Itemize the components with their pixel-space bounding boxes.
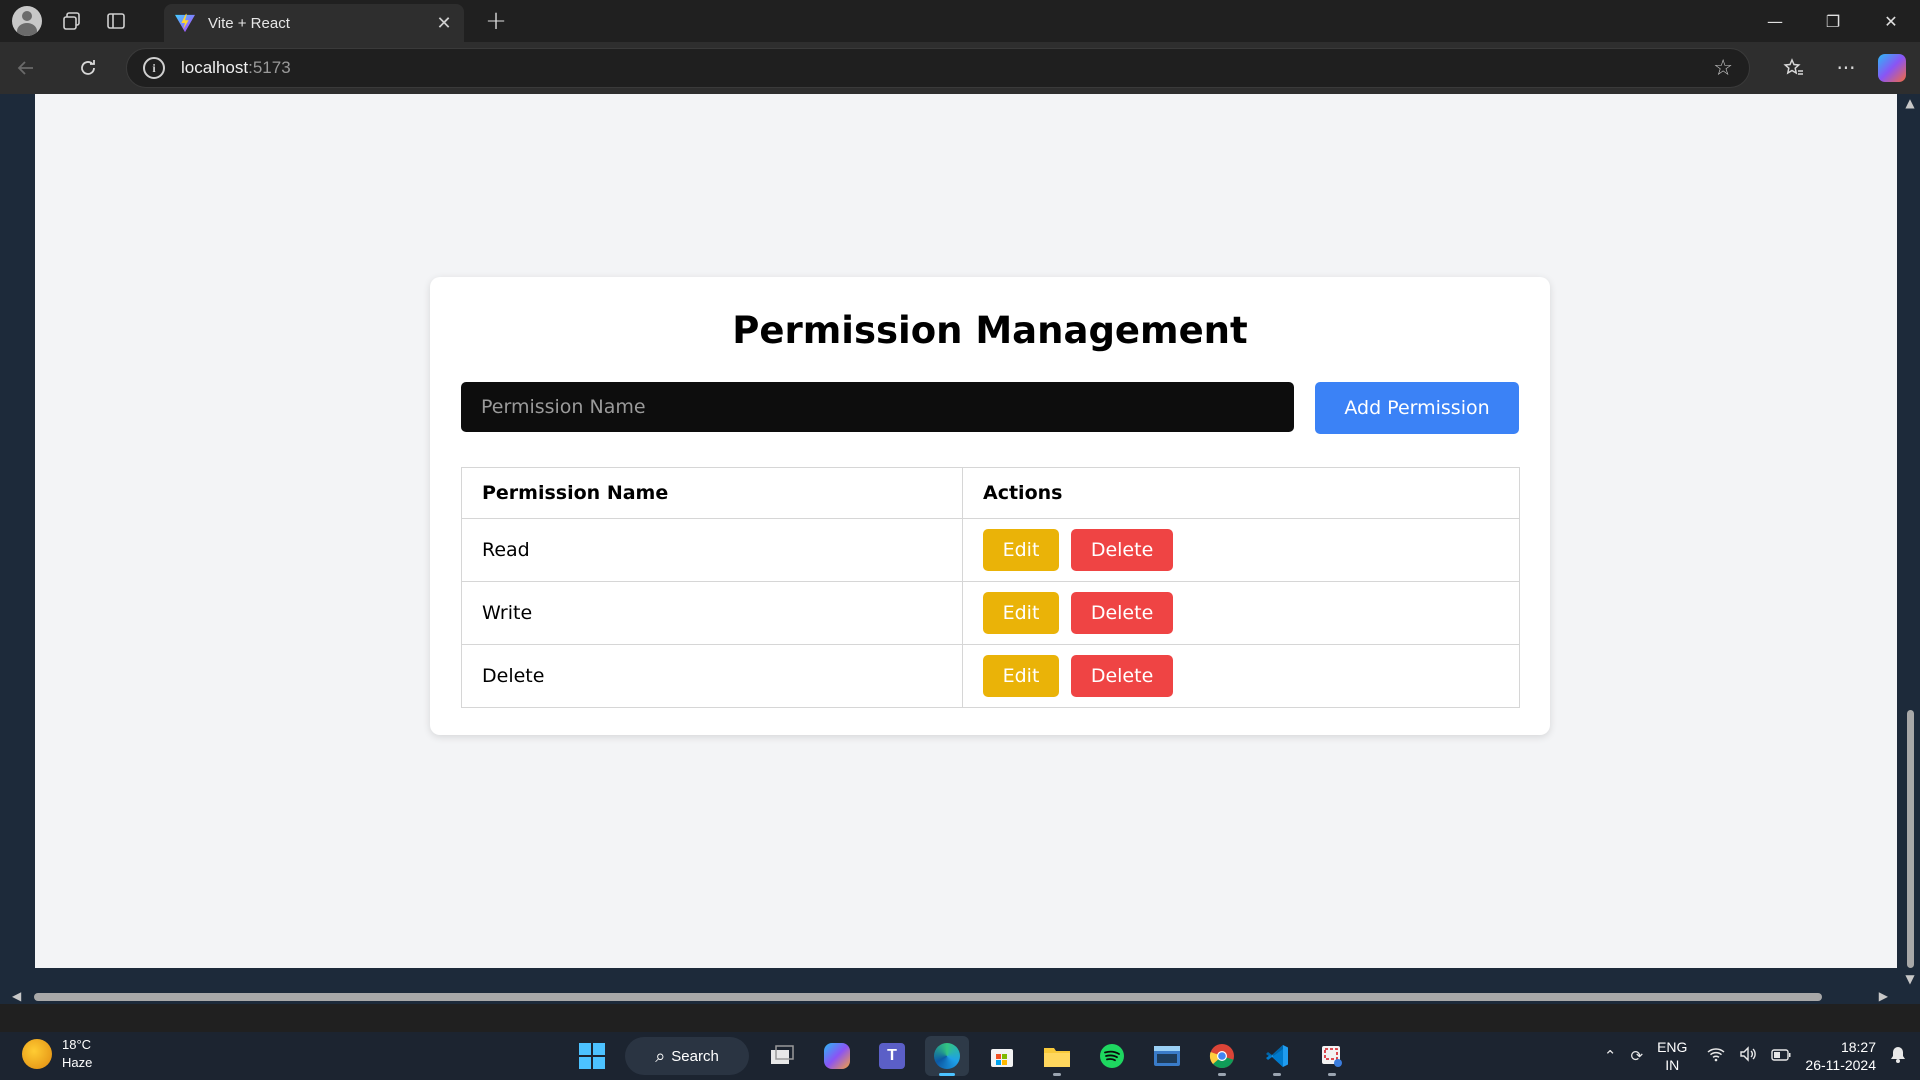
url-port: :5173 [248, 58, 291, 77]
table-row: Read Edit Delete [461, 518, 1520, 582]
edit-button[interactable]: Edit [983, 529, 1059, 571]
more-menu-icon[interactable]: ··· [1820, 42, 1872, 94]
spotify-icon[interactable] [1090, 1036, 1134, 1076]
close-window-button[interactable]: ✕ [1862, 0, 1920, 42]
copilot-app-icon[interactable] [815, 1036, 859, 1076]
url-host: localhost [181, 58, 249, 77]
battery-icon[interactable] [1771, 1048, 1791, 1065]
vertical-scrollbar[interactable]: ▲ ▼ [1900, 94, 1920, 988]
browser-navbar: i localhost:5173 ☆ ··· [0, 42, 1920, 94]
clock-date: 26-11-2024 [1805, 1057, 1876, 1073]
actions-cell: Edit Delete [962, 518, 1520, 582]
delete-button[interactable]: Delete [1071, 592, 1174, 634]
volume-icon[interactable] [1739, 1046, 1757, 1066]
favorites-icon[interactable] [1768, 42, 1820, 94]
weather-temp: 18°C [62, 1037, 92, 1052]
permission-name-cell: Write [461, 581, 963, 645]
scroll-right-icon[interactable]: ▶ [1879, 989, 1888, 1003]
chrome-icon[interactable] [1200, 1036, 1244, 1076]
tab-title: Vite + React [208, 14, 290, 32]
table-header-row: Permission Name Actions [461, 467, 1520, 519]
delete-button[interactable]: Delete [1071, 655, 1174, 697]
sync-icon[interactable]: ⟳ [1631, 1047, 1644, 1065]
window-controls: — ❐ ✕ [1746, 0, 1920, 42]
wifi-icon[interactable] [1707, 1046, 1725, 1066]
back-icon[interactable] [0, 42, 52, 94]
teams-icon[interactable]: T [870, 1036, 914, 1076]
edge-icon[interactable] [925, 1036, 969, 1076]
terminal-icon[interactable] [1145, 1036, 1189, 1076]
windows-taskbar: 18°C Haze ⌕ Search T ⌃ ⟳ ENG IN 18:27 26… [0, 1032, 1920, 1080]
header-actions: Actions [962, 467, 1520, 519]
edit-button[interactable]: Edit [983, 592, 1059, 634]
clock-time: 18:27 [1840, 1039, 1876, 1055]
permission-name-cell: Read [461, 518, 963, 582]
search-label: Search [671, 1047, 719, 1065]
restore-button[interactable]: ❐ [1804, 0, 1862, 42]
tab-close-icon[interactable]: ✕ [434, 13, 454, 34]
actions-cell: Edit Delete [962, 581, 1520, 645]
taskbar-pinned-apps: ⌕ Search T [570, 1032, 1365, 1080]
clock[interactable]: 18:27 26-11-2024 [1805, 1038, 1876, 1074]
favorite-star-icon[interactable]: ☆ [1713, 56, 1733, 81]
permission-card: Permission Management Add Permission Per… [430, 277, 1550, 735]
refresh-icon[interactable] [62, 42, 114, 94]
language-indicator[interactable]: ENG IN [1657, 1038, 1687, 1074]
show-hidden-icons-icon[interactable]: ⌃ [1604, 1047, 1617, 1065]
snipping-tool-icon[interactable] [1310, 1036, 1354, 1076]
scroll-down-icon[interactable]: ▼ [1900, 970, 1920, 988]
tab-vite-react[interactable]: Vite + React ✕ [164, 4, 464, 42]
browser-titlebar: Vite + React ✕ + — ❐ ✕ [0, 0, 1920, 42]
table-row: Delete Edit Delete [461, 644, 1520, 708]
horizontal-scrollbar[interactable]: ◀ ▶ [0, 988, 1920, 1004]
taskbar-search[interactable]: ⌕ Search [625, 1037, 749, 1075]
notification-bell-icon[interactable] [1890, 1045, 1906, 1068]
permission-name-input[interactable] [461, 382, 1294, 432]
vertical-scroll-thumb[interactable] [1907, 710, 1914, 968]
lang-line1: ENG [1657, 1039, 1688, 1055]
permission-name-cell: Delete [461, 644, 963, 708]
vscode-icon[interactable] [1255, 1036, 1299, 1076]
table-row: Write Edit Delete [461, 581, 1520, 645]
scroll-left-icon[interactable]: ◀ [12, 989, 21, 1003]
tab-actions-icon[interactable] [94, 0, 138, 42]
store-icon[interactable] [980, 1036, 1024, 1076]
new-tab-button[interactable]: + [478, 4, 514, 38]
weather-widget[interactable]: 18°C Haze [22, 1036, 92, 1072]
add-permission-button[interactable]: Add Permission [1315, 382, 1519, 434]
system-tray: ⌃ ⟳ ENG IN 18:27 26-11-2024 [1604, 1032, 1920, 1080]
page-title: Permission Management [732, 309, 1248, 352]
profile-avatar-icon[interactable] [12, 6, 42, 36]
weather-desc: Haze [62, 1055, 93, 1070]
file-explorer-icon[interactable] [1035, 1036, 1079, 1076]
browser-viewport: Permission Management Add Permission Per… [0, 94, 1920, 1004]
minimize-button[interactable]: — [1746, 0, 1804, 42]
start-icon[interactable] [570, 1036, 614, 1076]
copilot-icon[interactable] [1878, 54, 1906, 82]
site-info-icon[interactable]: i [143, 57, 165, 79]
weather-haze-icon [22, 1039, 52, 1069]
search-icon: ⌕ [655, 1045, 666, 1066]
edit-button[interactable]: Edit [983, 655, 1059, 697]
page-content: Permission Management Add Permission Per… [35, 94, 1897, 968]
address-bar[interactable]: i localhost:5173 ☆ [126, 48, 1750, 88]
browser-toolbar-right: ··· [1768, 42, 1920, 94]
actions-cell: Edit Delete [962, 644, 1520, 708]
horizontal-scroll-thumb[interactable] [34, 993, 1822, 1001]
header-permission-name: Permission Name [461, 467, 963, 519]
delete-button[interactable]: Delete [1071, 529, 1174, 571]
scroll-up-icon[interactable]: ▲ [1900, 94, 1920, 112]
vite-logo-icon [175, 13, 195, 33]
task-view-icon[interactable] [760, 1036, 804, 1076]
permissions-table: Permission Name Actions Read Edit Delete… [461, 467, 1520, 708]
workspaces-icon[interactable] [50, 0, 94, 42]
lang-line2: IN [1665, 1057, 1680, 1073]
